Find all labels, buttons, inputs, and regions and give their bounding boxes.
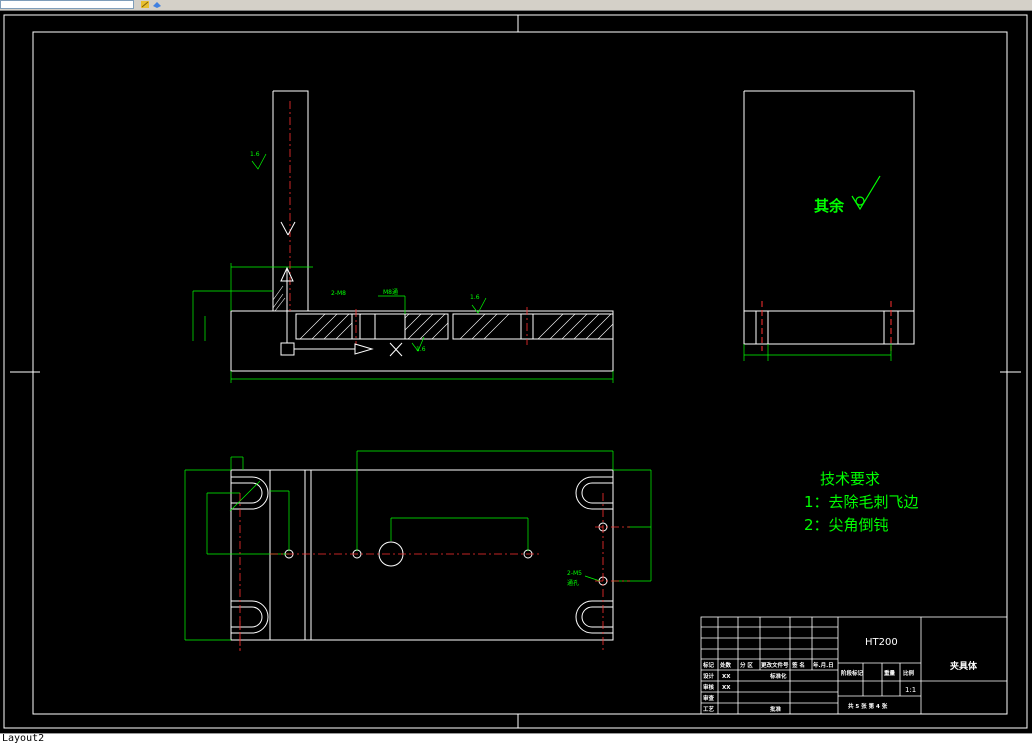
header-cell-1: 标记 bbox=[702, 661, 715, 669]
tech-item-1: 1：去除毛刺飞边 bbox=[804, 493, 919, 511]
plan-thread-note: 通孔 bbox=[567, 579, 579, 587]
side-view bbox=[743, 90, 915, 361]
drawing-frame bbox=[32, 31, 1008, 715]
technical-requirements: 技术要求 1：去除毛刺飞边 2：尖角倒钝 bbox=[804, 470, 919, 534]
row-label-review: 审查 bbox=[703, 694, 715, 702]
header-cell-4: 更改文件号 bbox=[761, 661, 789, 669]
drawing-canvas[interactable]: 1.6 2-M8 M8通 1.6 1.6 其余 2-M5 通孔 技术要求 1：去… bbox=[0, 11, 1032, 733]
row-label-design: 设计 bbox=[703, 672, 715, 680]
roughness-label-3: 1.6 bbox=[416, 346, 426, 353]
row-value-design: XX bbox=[722, 674, 731, 680]
stage-header-3: 比例 bbox=[903, 669, 915, 677]
tech-item-2: 2：尖角倒钝 bbox=[804, 516, 889, 534]
toolbar bbox=[0, 0, 1032, 11]
sheet-info: 共 5 张 第 4 张 bbox=[848, 702, 888, 710]
layout-tab[interactable]: Layout2 bbox=[2, 733, 44, 744]
roughness-label-1: 1.6 bbox=[250, 151, 260, 158]
stage-header-2: 重量 bbox=[884, 669, 896, 677]
header-cell-2: 处数 bbox=[719, 661, 732, 669]
material-label: HT200 bbox=[865, 637, 898, 648]
tech-title: 技术要求 bbox=[820, 470, 880, 488]
layout-tab-bar: Layout2 bbox=[0, 733, 1032, 744]
surface-note-text: 其余 bbox=[814, 197, 845, 215]
plan-thread-label: 2-M5 bbox=[567, 570, 582, 577]
surface-finish-note: 其余 bbox=[814, 175, 881, 215]
header-cell-5: 签 名 bbox=[791, 661, 805, 669]
title-block-text: HT200 夹具体 1:1 标记 处数 分 区 更改文件号 签 名 年.月.日 … bbox=[702, 637, 978, 713]
stage-header-1: 阶段标记 bbox=[841, 669, 864, 677]
part-name-label: 夹具体 bbox=[950, 660, 978, 672]
header-cell-6: 年.月.日 bbox=[813, 661, 834, 669]
hatching bbox=[299, 313, 614, 340]
row-value-check: XX bbox=[722, 685, 731, 691]
plan-view bbox=[184, 450, 652, 651]
layer-icon[interactable] bbox=[152, 0, 162, 9]
row-label-process: 工艺 bbox=[703, 705, 715, 713]
scale-value: 1:1 bbox=[905, 686, 916, 694]
row-extra-approve: 批准 bbox=[770, 705, 782, 713]
pencil-icon[interactable] bbox=[140, 0, 150, 9]
front-view bbox=[192, 90, 614, 383]
command-input[interactable] bbox=[0, 0, 134, 9]
thread-label-1: 2-M8 bbox=[331, 290, 346, 297]
roughness-label-2: 1.6 bbox=[470, 294, 480, 301]
row-extra-standard: 标准化 bbox=[769, 672, 787, 680]
thread-label-2: M8通 bbox=[383, 288, 398, 296]
row-label-check: 审核 bbox=[703, 683, 715, 691]
header-cell-3: 分 区 bbox=[740, 661, 753, 669]
